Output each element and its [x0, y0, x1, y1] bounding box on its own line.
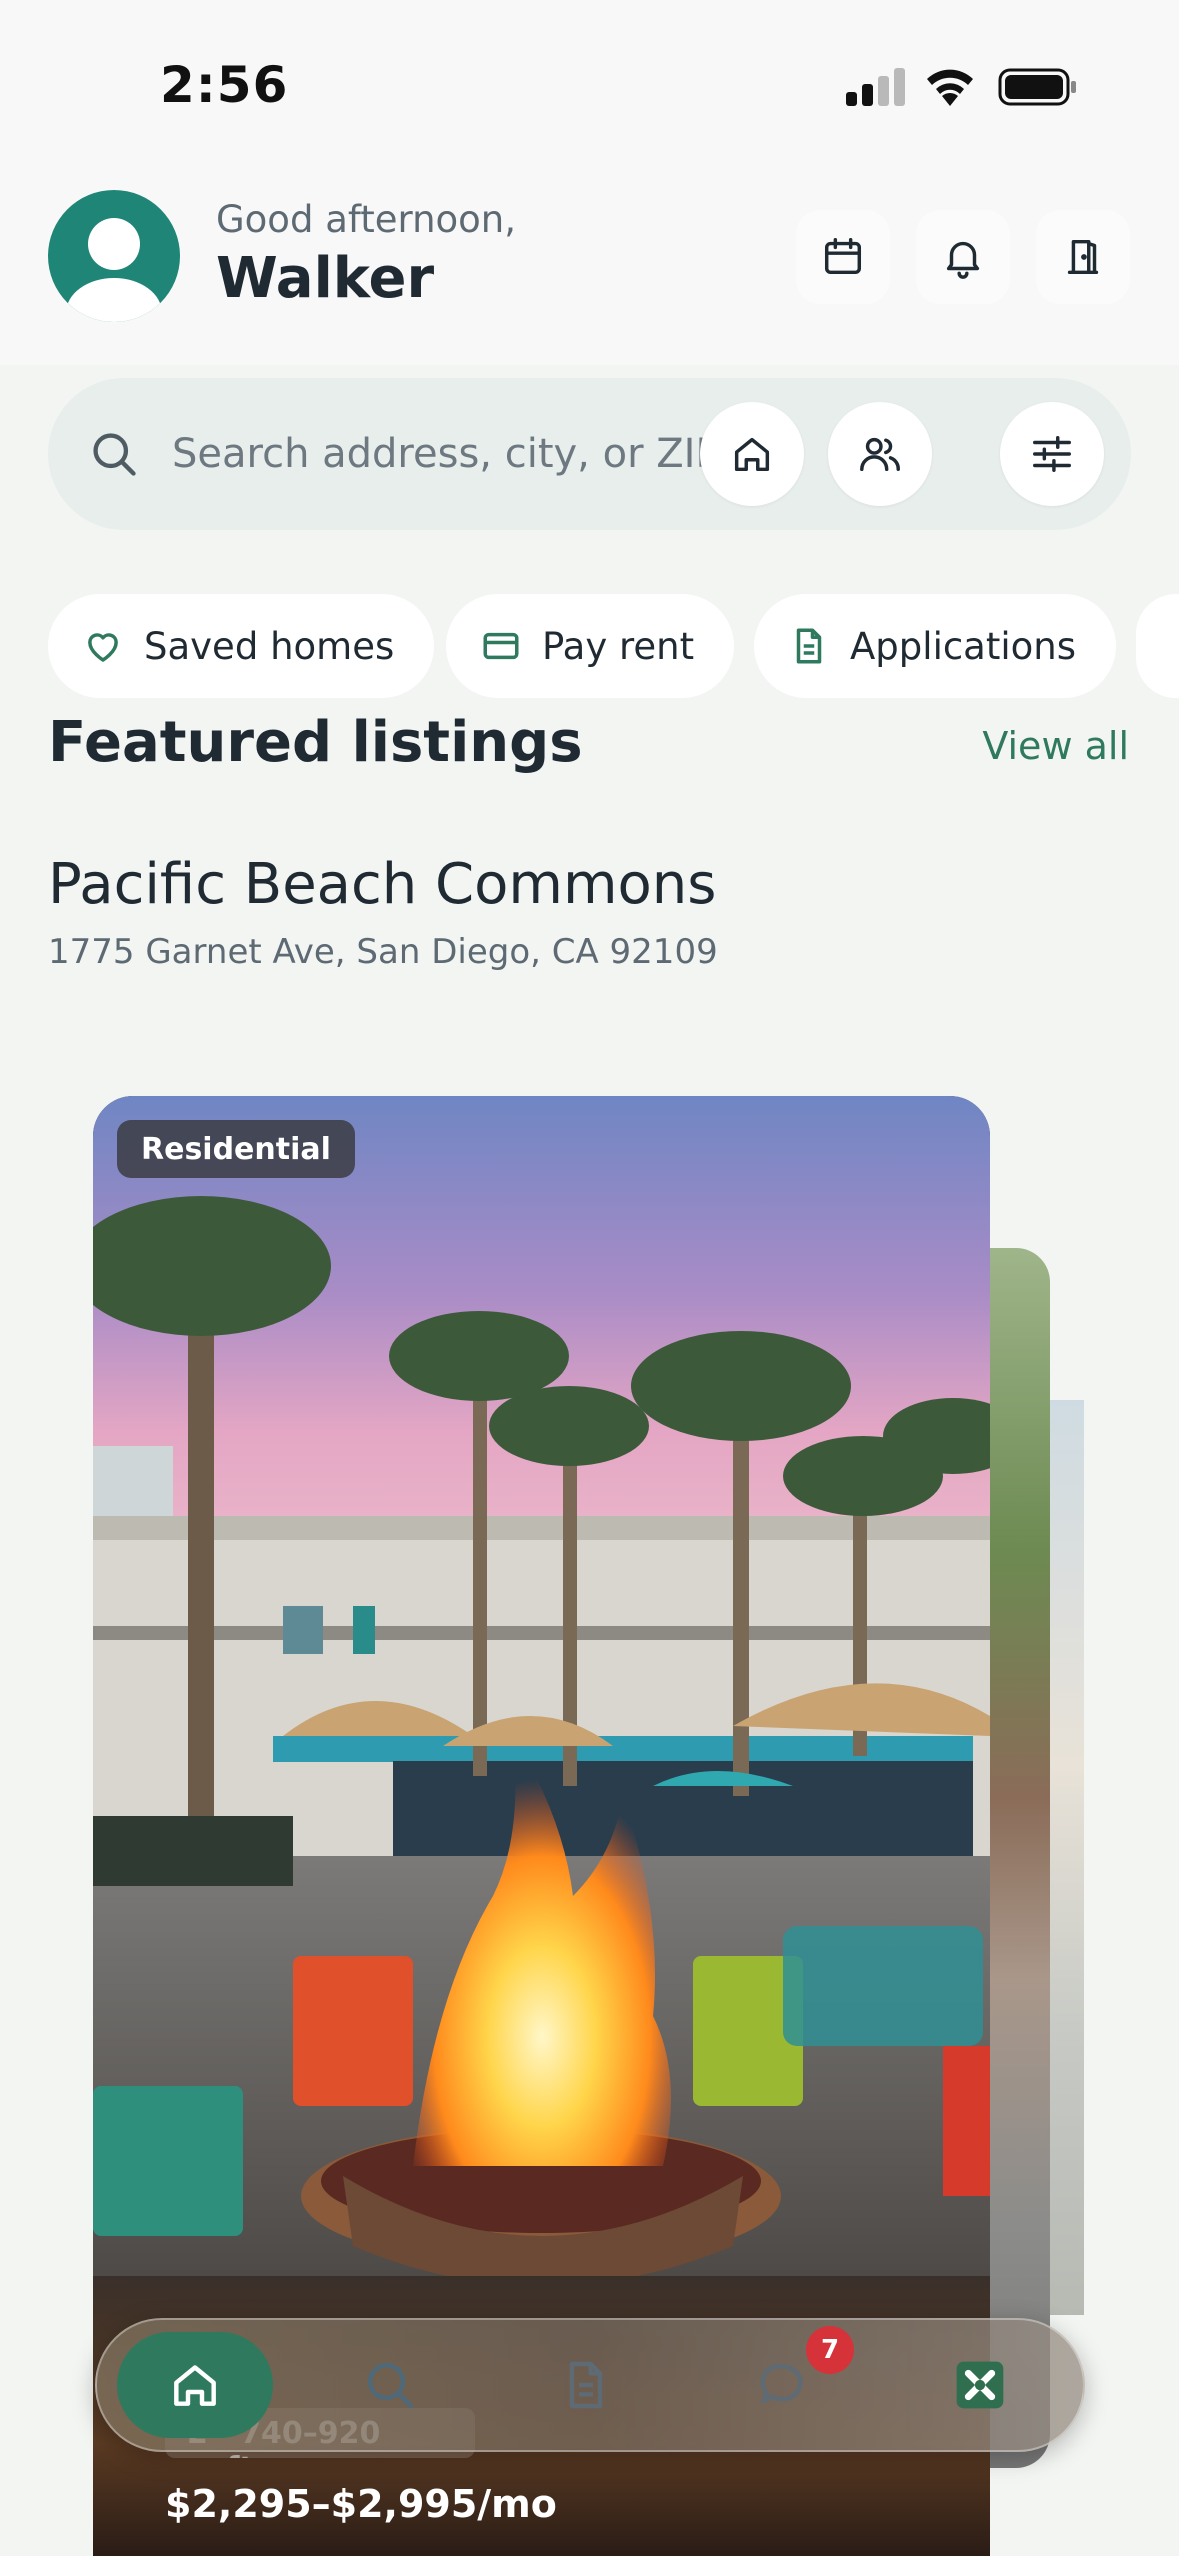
home-icon: [734, 437, 770, 472]
status-bar: 2:56: [0, 0, 1179, 170]
listing-card-next[interactable]: [990, 1248, 1050, 2468]
property-name[interactable]: Pacific Beach Commons: [48, 852, 716, 917]
bell-icon: [946, 241, 980, 279]
tab-search[interactable]: [337, 2332, 443, 2438]
tab-documents[interactable]: [533, 2332, 639, 2438]
property-type-filter-button[interactable]: [700, 402, 804, 506]
greeting-text: Good afternoon,: [216, 198, 517, 241]
chip-applications[interactable]: Applications: [754, 594, 1117, 698]
chip-label: Pay rent: [542, 624, 695, 668]
document-icon: [796, 628, 822, 664]
heart-icon: [88, 633, 118, 662]
view-all-link[interactable]: View all: [982, 724, 1129, 768]
document-icon: [569, 2361, 603, 2409]
home-icon: [174, 2365, 216, 2406]
chip-label: Applications: [850, 624, 1077, 668]
tab-home[interactable]: [117, 2332, 273, 2438]
cellular-signal-icon: [846, 66, 906, 106]
property-type-badge: Residential: [117, 1120, 355, 1178]
battery-icon: [998, 68, 1076, 106]
property-address: 1775 Garnet Ave, San Diego, CA 92109: [48, 932, 718, 972]
sign-out-button[interactable]: [1036, 210, 1130, 304]
header: Good afternoon, Walker: [0, 170, 1179, 365]
roommates-filter-button[interactable]: [828, 402, 932, 506]
user-name: Walker: [216, 246, 435, 311]
app-logo-icon: [956, 2361, 1004, 2409]
chip-label: Saved homes: [144, 624, 395, 668]
bottom-tab-bar: [95, 2318, 1085, 2452]
listing-card-peek[interactable]: [1048, 1400, 1084, 2315]
avatar[interactable]: [48, 190, 180, 322]
tab-app[interactable]: [927, 2332, 1033, 2438]
search-input[interactable]: [172, 418, 772, 490]
search-icon: [93, 433, 136, 476]
calendar-button[interactable]: [796, 210, 890, 304]
door-icon: [1067, 239, 1099, 275]
calendar-icon: [824, 238, 862, 275]
chip-pay-rent[interactable]: Pay rent: [446, 594, 735, 698]
chip-saved-homes[interactable]: Saved homes: [48, 594, 435, 698]
status-time: 2:56: [160, 56, 289, 114]
search-icon: [367, 2362, 414, 2409]
sliders-icon: [1033, 435, 1071, 473]
price-range: $2,295–$2,995/mo: [165, 2482, 557, 2526]
messages-count-badge: 7: [806, 2326, 854, 2374]
people-icon: [860, 437, 900, 472]
notifications-button[interactable]: [916, 210, 1010, 304]
search-bar: [48, 378, 1131, 530]
card-icon: [483, 632, 519, 660]
wifi-icon: [927, 69, 973, 106]
chat-icon: [760, 2363, 803, 2404]
chip-more[interactable]: [1136, 594, 1179, 698]
section-title: Featured listings: [48, 710, 583, 775]
filters-button[interactable]: [1000, 402, 1104, 506]
